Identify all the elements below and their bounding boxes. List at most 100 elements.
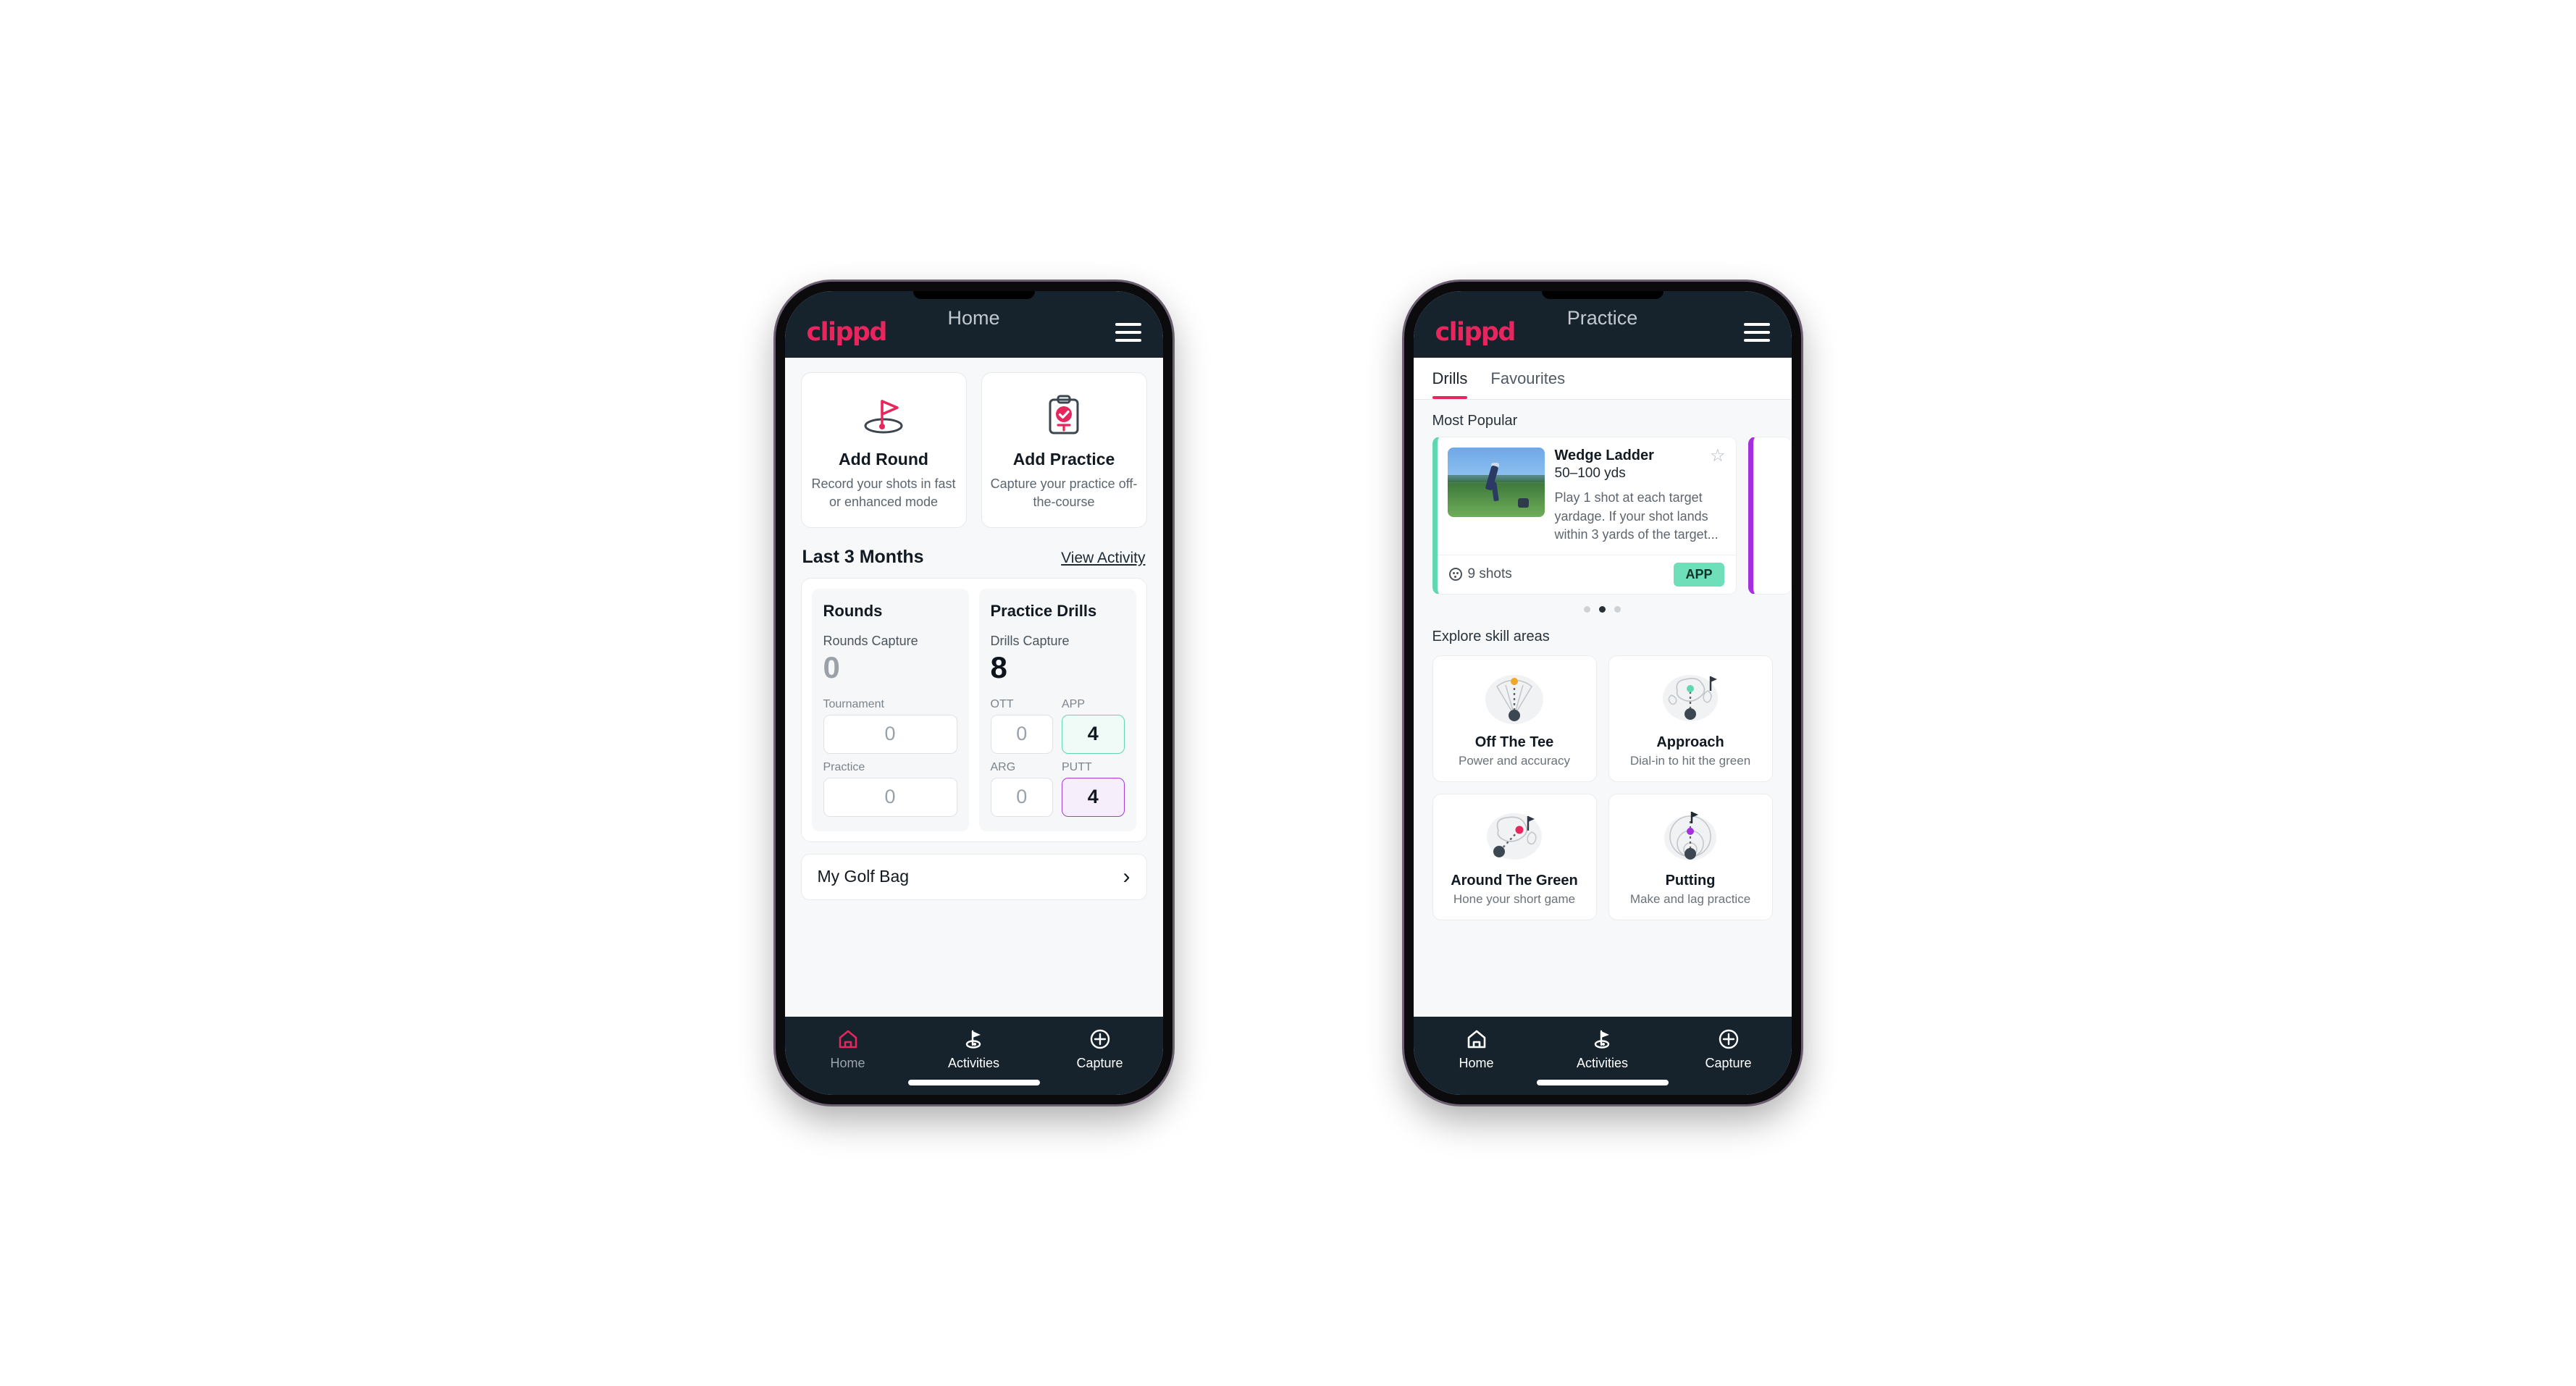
tab-drills[interactable]: Drills [1432,358,1480,399]
most-popular-label: Most Popular [1432,413,1518,429]
practice-content: Most Popular Wedge Ladder 50–100 yds ☆ P… [1413,400,1792,1017]
star-outline-icon[interactable]: ☆ [1710,448,1726,465]
approach-green-icon [1616,668,1765,730]
shots-count: 9 shots [1448,566,1512,582]
add-practice-card[interactable]: Add Practice Capture your practice off-t… [981,372,1147,528]
practice-screen: clippd Practice Drills Favourites Most P… [1413,291,1792,1095]
chevron-right-icon: › [1123,864,1130,889]
skill-title: Around The Green [1451,872,1578,889]
phone-notch [912,291,1035,299]
home-icon [1414,1027,1540,1051]
practice-label: Practice [823,760,865,773]
practice-value[interactable]: 0 [823,777,957,817]
skill-subtitle: Dial-in to hit the green [1629,753,1751,768]
drill-card-wedge-ladder[interactable]: Wedge Ladder 50–100 yds ☆ Play 1 shot at… [1432,437,1737,595]
app-value[interactable]: 4 [1062,714,1125,754]
ott-value[interactable]: 0 [990,714,1053,754]
skill-subtitle: Hone your short game [1453,891,1576,906]
add-round-card[interactable]: Add Round Record your shots in fast or e… [800,372,967,528]
my-golf-bag-row[interactable]: My Golf Bag › [800,853,1147,900]
home-screen: clippd Home Add Round Record your shots … [784,291,1163,1095]
home-content: Add Round Record your shots in fast or e… [784,358,1163,1017]
chip-to-green-icon [1440,806,1589,868]
nav-label-activities: Activities [1576,1056,1628,1070]
golf-flag-icon [1540,1027,1666,1051]
app-field: APP 4 [1062,698,1125,754]
drills-capture-value: 8 [990,650,1007,684]
shots-label: 9 shots [1467,566,1512,582]
nav-label-activities: Activities [947,1056,999,1070]
putt-value[interactable]: 4 [1062,777,1125,817]
phone-home: clippd Home Add Round Record your shots … [775,282,1172,1104]
drill-card-next-peek[interactable] [1748,437,1792,595]
hamburger-icon[interactable] [1115,323,1141,342]
nav-label-home: Home [1459,1056,1494,1070]
add-round-title: Add Round [839,450,928,469]
skill-subtitle: Make and lag practice [1629,891,1751,906]
drill-description: Play 1 shot at each target yardage. If y… [1554,490,1719,542]
arg-value[interactable]: 0 [990,777,1053,817]
tab-drills-label: Drills [1432,369,1468,387]
nav-item-capture[interactable]: Capture [1666,1027,1792,1071]
home-indicator [907,1080,1040,1085]
golf-ball-icon [1448,568,1462,581]
rounds-capture-value: 0 [823,650,840,684]
tournament-field: Tournament 0 [823,698,957,754]
skill-card-approach[interactable]: Approach Dial-in to hit the green [1608,655,1773,782]
last-3-months-header: Last 3 Months View Activity [785,528,1163,578]
nav-item-activities[interactable]: Activities [1540,1027,1666,1071]
clippd-logo[interactable]: clippd [807,319,888,345]
drill-card-body: Wedge Ladder 50–100 yds ☆ Play 1 shot at… [1438,437,1736,555]
phone-practice: clippd Practice Drills Favourites Most P… [1404,282,1801,1104]
arg-label: ARG [990,760,1016,773]
add-practice-title: Add Practice [1012,450,1115,469]
drill-name: Wedge Ladder [1554,448,1654,463]
tournament-value[interactable]: 0 [823,714,957,754]
skill-card-putting[interactable]: Putting Make and lag practice [1608,793,1773,920]
tab-favourites[interactable]: Favourites [1479,358,1577,399]
skill-areas-grid: Off The Tee Power and accuracy Approach … [1414,652,1792,920]
rounds-capture-label: Rounds Capture [823,633,918,648]
plus-circle-icon [1666,1027,1792,1051]
drill-name-row: Wedge Ladder 50–100 yds ☆ [1555,448,1726,482]
skill-card-off-the-tee[interactable]: Off The Tee Power and accuracy [1432,655,1597,782]
skill-areas-label: Explore skill areas [1432,628,1550,644]
drill-card-footer: 9 shots APP [1437,554,1736,594]
tee-shot-dispersion-icon [1440,668,1589,730]
thumb-golfer-legs [1491,482,1500,502]
nav-item-activities[interactable]: Activities [911,1027,1037,1071]
thumb-ball-bucket [1518,497,1530,508]
carousel-dot-3[interactable] [1614,605,1621,613]
view-activity-link[interactable]: View Activity [1061,550,1145,567]
arg-field: ARG 0 [990,760,1053,817]
rounds-column: Rounds Rounds Capture 0 Tournament 0 Pra… [811,588,969,831]
screenshot-stage: clippd Home Add Round Record your shots … [0,0,2576,1386]
home-appbar: clippd Home [784,291,1163,358]
putt-field: PUTT 4 [1062,761,1125,817]
drill-row-1: OTT 0 APP 4 [990,698,1125,754]
clipboard-check-icon [991,392,1138,438]
practice-appbar: clippd Practice [1413,291,1792,358]
add-practice-subtitle: Capture your practice off-the-course [990,476,1138,509]
home-indicator [1536,1080,1669,1085]
skill-card-around-the-green[interactable]: Around The Green Hone your short game [1432,793,1597,920]
carousel-dot-1[interactable] [1584,605,1590,613]
carousel-dot-2[interactable] [1599,605,1606,613]
skill-subtitle: Power and accuracy [1458,753,1571,768]
nav-label-capture: Capture [1705,1056,1752,1070]
drill-carousel[interactable]: Wedge Ladder 50–100 yds ☆ Play 1 shot at… [1414,437,1792,595]
practice-drills-column: Practice Drills Drills Capture 8 OTT 0 A… [978,588,1136,831]
hamburger-icon[interactable] [1743,323,1770,342]
drill-row-2: ARG 0 PUTT 4 [990,760,1125,817]
carousel-dots[interactable] [1414,595,1792,616]
nav-item-home[interactable]: Home [785,1027,911,1071]
rounds-title: Rounds [823,601,883,620]
clippd-logo[interactable]: clippd [1435,319,1516,345]
nav-item-home[interactable]: Home [1414,1027,1540,1071]
nav-item-capture[interactable]: Capture [1037,1027,1163,1071]
practice-tabs: Drills Favourites [1413,358,1792,400]
drills-title: Practice Drills [990,601,1097,620]
ott-field: OTT 0 [990,698,1053,754]
home-icon [785,1027,911,1051]
add-round-subtitle: Record your shots in fast or enhanced mo… [811,476,956,509]
